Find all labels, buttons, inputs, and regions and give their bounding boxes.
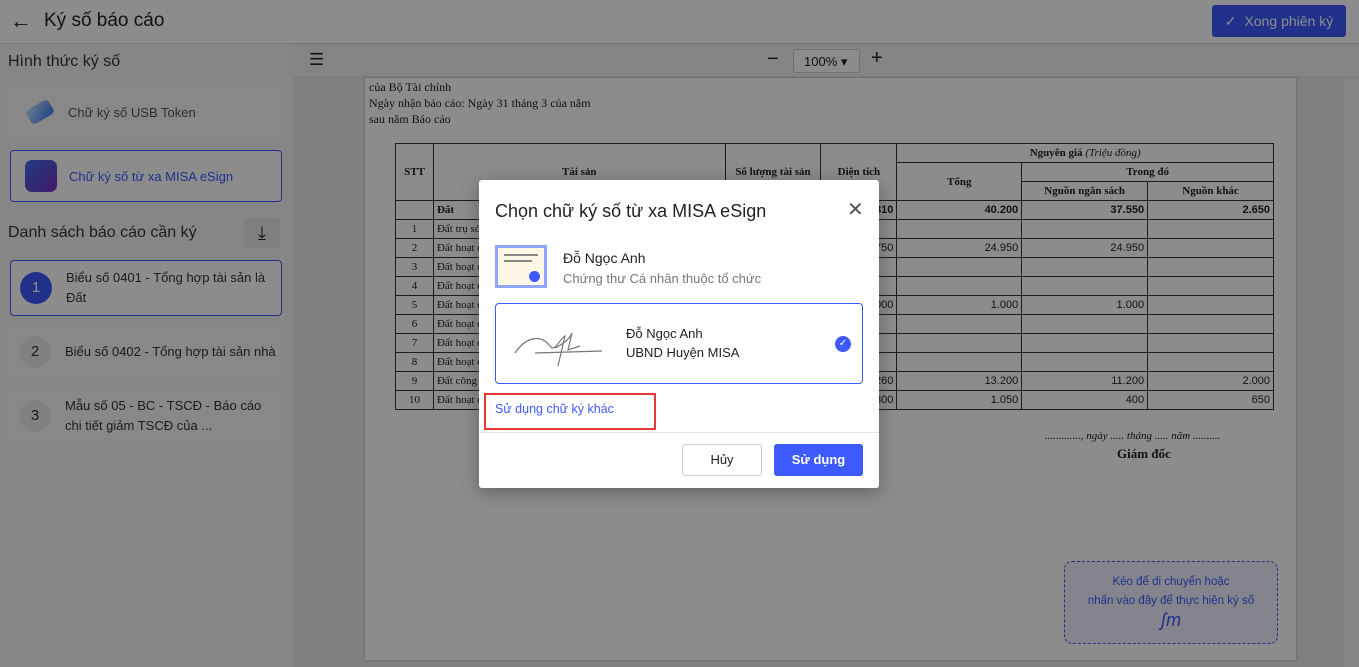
selected-check-icon: ✓ bbox=[835, 336, 851, 352]
signature-name: Đỗ Ngọc Anh bbox=[626, 326, 703, 341]
cancel-button[interactable]: Hủy bbox=[682, 444, 762, 476]
select-signature-dialog: Chọn chữ ký số từ xa MISA eSign ✕ Đỗ Ngọ… bbox=[479, 180, 879, 488]
signature-image bbox=[514, 332, 603, 367]
divider bbox=[479, 432, 879, 433]
use-other-signature-link[interactable]: Sử dụng chữ ký khác bbox=[495, 402, 614, 416]
use-button[interactable]: Sử dụng bbox=[774, 444, 863, 476]
dialog-title: Chọn chữ ký số từ xa MISA eSign bbox=[495, 201, 767, 221]
cert-type: Chứng thư Cá nhân thuộc tổ chức bbox=[563, 271, 762, 286]
certificate-icon bbox=[495, 245, 547, 288]
signature-org: UBND Huyện MISA bbox=[626, 345, 740, 360]
cert-name: Đỗ Ngọc Anh bbox=[563, 250, 646, 266]
close-icon[interactable]: ✕ bbox=[847, 197, 864, 222]
signature-card[interactable]: Đỗ Ngọc Anh UBND Huyện MISA ✓ bbox=[495, 303, 863, 384]
